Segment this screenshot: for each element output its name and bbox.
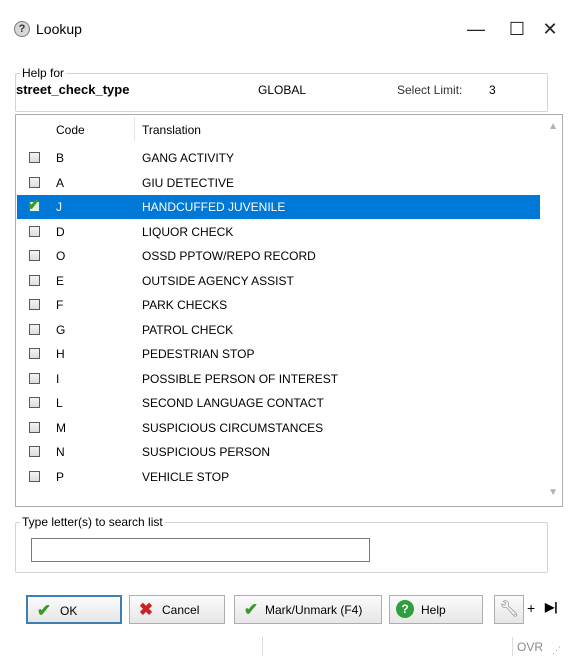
list-item[interactable]: A GIU DETECTIVE: [17, 171, 540, 195]
row-checkbox[interactable]: [29, 470, 40, 482]
cancel-button[interactable]: ✖ Cancel: [129, 595, 225, 624]
skip-end-icon[interactable]: ▶|: [545, 600, 558, 614]
help-label: Help: [421, 603, 446, 617]
list-item[interactable]: O OSSD PPTOW/REPO RECORD: [17, 244, 540, 268]
red-x-icon: ✖: [138, 600, 154, 619]
row-checkbox[interactable]: [29, 397, 40, 408]
scroll-up-icon[interactable]: ▲: [548, 121, 558, 132]
row-checkbox[interactable]: [29, 421, 40, 433]
list-item[interactable]: F PARK CHECKS: [17, 293, 540, 317]
mark-unmark-label: Mark/Unmark (F4): [265, 603, 363, 617]
row-code: P: [56, 469, 65, 484]
row-checkbox[interactable]: [29, 446, 40, 457]
search-legend: Type letter(s) to search list: [22, 515, 163, 529]
help-for-legend: Help for: [22, 66, 65, 80]
row-code: O: [56, 249, 66, 263]
list-item[interactable]: H PEDESTRIAN STOP: [17, 342, 540, 366]
list-item[interactable]: N SUSPICIOUS PERSON: [17, 440, 540, 464]
close-button[interactable]: ✕: [527, 12, 569, 46]
title-bar: ? Lookup — ☐ ✕: [0, 0, 569, 58]
vertical-scrollbar[interactable]: ▲ ▼: [544, 115, 562, 506]
row-code: L: [56, 396, 63, 410]
status-divider: [512, 637, 513, 656]
list-item[interactable]: P VEHICLE STOP: [17, 465, 540, 489]
mark-unmark-button[interactable]: ✔ Mark/Unmark (F4): [234, 595, 382, 624]
column-header-code[interactable]: Code: [56, 123, 85, 137]
list-item[interactable]: M SUSPICIOUS CIRCUMSTANCES: [17, 416, 540, 440]
list-item[interactable]: B GANG ACTIVITY: [17, 146, 540, 170]
row-translation: PARK CHECKS: [142, 298, 228, 312]
list-item[interactable]: ✔ J HANDCUFFED JUVENILE: [17, 195, 540, 219]
row-translation: SUSPICIOUS PERSON: [142, 445, 271, 459]
row-checkbox[interactable]: [29, 274, 40, 286]
help-button[interactable]: ? Help: [389, 595, 483, 624]
row-checkbox[interactable]: [29, 152, 40, 163]
help-circle-icon: ?: [396, 600, 414, 618]
scope-label: GLOBAL: [258, 83, 307, 97]
check-mark-icon: ✔: [243, 600, 259, 619]
row-code: J: [56, 200, 62, 214]
row-checkbox[interactable]: [29, 348, 40, 359]
row-translation: SUSPICIOUS CIRCUMSTANCES: [142, 420, 324, 435]
tools-button[interactable]: 🔧︎: [494, 595, 524, 624]
row-code: M: [56, 420, 66, 435]
plus-button[interactable]: +: [527, 600, 535, 616]
row-code: G: [56, 322, 66, 337]
row-code: B: [56, 151, 65, 165]
row-translation: HANDCUFFED JUVENILE: [142, 200, 286, 214]
minimize-button[interactable]: —: [453, 12, 499, 46]
search-input[interactable]: [31, 538, 370, 562]
wrench-icon: 🔧︎: [499, 601, 520, 618]
list-header: Code Translation: [16, 115, 540, 143]
row-code: I: [56, 371, 60, 386]
row-translation: SECOND LANGUAGE CONTACT: [142, 396, 324, 410]
row-checkbox[interactable]: [29, 299, 40, 310]
scroll-down-icon[interactable]: ▼: [548, 487, 558, 498]
row-translation: GIU DETECTIVE: [142, 175, 235, 190]
ok-button[interactable]: ✔ OK: [26, 595, 122, 624]
row-code: D: [56, 224, 65, 239]
lookup-list[interactable]: Code Translation B GANG ACTIVITY A GIU DETE…: [15, 114, 563, 507]
row-code: N: [56, 445, 65, 459]
overwrite-indicator: OVR: [517, 640, 544, 654]
row-translation: OSSD PPTOW/REPO RECORD: [142, 249, 316, 263]
row-translation: LIQUOR CHECK: [142, 224, 234, 239]
list-item[interactable]: D LIQUOR CHECK: [17, 220, 540, 244]
column-divider[interactable]: [134, 117, 135, 141]
list-item[interactable]: G PATROL CHECK: [17, 318, 540, 342]
row-checkbox[interactable]: [29, 250, 40, 261]
row-checkbox[interactable]: [29, 372, 40, 384]
row-translation: OUTSIDE AGENCY ASSIST: [142, 273, 294, 288]
window-title: Lookup: [36, 21, 82, 37]
row-code: E: [56, 273, 65, 288]
ok-label: OK: [60, 604, 78, 618]
list-item[interactable]: E OUTSIDE AGENCY ASSIST: [17, 269, 540, 293]
select-limit-label: Select Limit:: [397, 83, 463, 97]
list-item[interactable]: I POSSIBLE PERSON OF INTEREST: [17, 367, 540, 391]
green-check-icon: ✔: [36, 601, 52, 620]
row-code: H: [56, 347, 65, 361]
row-checkbox[interactable]: [29, 323, 40, 335]
row-code: F: [56, 298, 64, 312]
row-checkbox[interactable]: [29, 225, 40, 237]
resize-grip-icon[interactable]: ⋰: [552, 645, 561, 656]
row-checkbox[interactable]: [29, 176, 40, 188]
field-name: street_check_type: [16, 82, 130, 97]
row-code: A: [56, 175, 65, 190]
row-translation: VEHICLE STOP: [142, 469, 230, 484]
check-mark-icon: ✔: [27, 197, 41, 214]
row-translation: POSSIBLE PERSON OF INTEREST: [142, 371, 339, 386]
row-translation: GANG ACTIVITY: [142, 151, 235, 165]
select-limit-value: 3: [489, 83, 496, 97]
list-item[interactable]: L SECOND LANGUAGE CONTACT: [17, 391, 540, 415]
cancel-label: Cancel: [162, 603, 200, 617]
column-header-translation[interactable]: Translation: [142, 123, 201, 137]
row-translation: PEDESTRIAN STOP: [142, 347, 255, 361]
status-divider: [262, 637, 263, 656]
help-question-icon: ?: [14, 21, 30, 37]
row-translation: PATROL CHECK: [142, 322, 234, 337]
